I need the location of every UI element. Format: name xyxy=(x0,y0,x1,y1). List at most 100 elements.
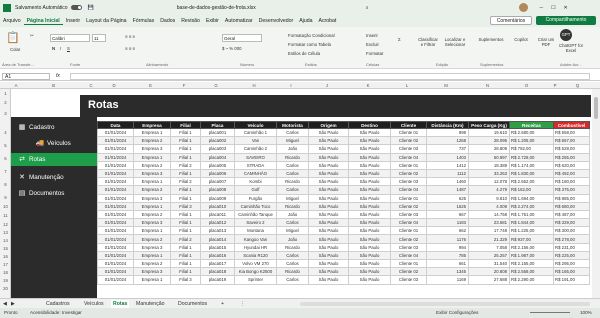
table-cell[interactable]: R$ 1.751,00 xyxy=(509,209,554,220)
column-header[interactable]: Distância (Km) xyxy=(426,121,469,129)
table-cell[interactable]: 20.808 xyxy=(468,267,510,277)
table-cell[interactable]: R$ 2.155,00 xyxy=(509,258,554,269)
col-header[interactable]: E xyxy=(132,83,169,88)
table-cell[interactable]: R$ 1.694,00 xyxy=(509,193,554,203)
row-header[interactable]: 20 xyxy=(0,286,11,291)
table-cell[interactable]: Ricardo xyxy=(276,201,309,211)
table-cell[interactable]: Filial 2 xyxy=(170,234,201,244)
row-header[interactable]: 11 xyxy=(0,213,11,218)
table-cell[interactable]: Caminhão 2 xyxy=(234,144,277,154)
autosave-toggle[interactable] xyxy=(70,5,82,10)
table-cell[interactable]: 19.610 xyxy=(468,127,510,138)
table-cell[interactable]: R$ 2.558,00 xyxy=(509,267,554,277)
table-cell[interactable]: 785 xyxy=(426,250,469,261)
table-cell[interactable]: R$ 885,00 xyxy=(553,193,590,203)
table-cell[interactable]: R$ 528,00 xyxy=(553,144,590,154)
cut-icon[interactable]: ✂ xyxy=(30,33,34,39)
table-cell[interactable]: R$ 180,00 xyxy=(553,177,590,187)
table-cell[interactable]: placa013 xyxy=(200,226,235,236)
table-cell[interactable]: Empresa 3 xyxy=(133,193,171,203)
table-cell[interactable]: R$ 1.225,00 xyxy=(509,226,554,236)
table-cell[interactable]: 662 xyxy=(426,226,469,236)
table-cell[interactable]: R$ 680,00 xyxy=(553,201,590,211)
table-cell[interactable]: R$ 300,00 xyxy=(553,226,590,236)
table-cell[interactable]: R$ 1.205,00 xyxy=(509,136,554,146)
table-cell[interactable]: Empresa 3 xyxy=(133,218,171,228)
table-cell[interactable]: Empresa 1 xyxy=(133,201,171,211)
table-cell[interactable]: Cliente 02 xyxy=(390,201,427,211)
table-cell[interactable]: R$ 162,00 xyxy=(509,185,554,195)
menu-acrobat[interactable]: Acrobat xyxy=(316,18,340,24)
table-cell[interactable]: placa012 xyxy=(200,218,235,228)
row-header[interactable]: 6 xyxy=(0,156,11,161)
table-cell[interactable]: 01/01/2024 xyxy=(97,160,134,170)
table-cell[interactable]: R$ 231,00 xyxy=(553,242,590,252)
row-header[interactable]: 7 xyxy=(0,169,11,174)
table-cell[interactable]: Filial 1 xyxy=(170,152,201,162)
zoom-slider[interactable] xyxy=(530,312,570,313)
font-select[interactable]: Calibri xyxy=(50,34,90,42)
table-cell[interactable]: Van xyxy=(234,136,277,146)
table-cell[interactable]: São Paulo xyxy=(348,275,391,285)
table-cell[interactable]: placa004 xyxy=(200,152,235,162)
table-cell[interactable]: 994 xyxy=(426,242,469,252)
table-cell[interactable]: Empresa 1 xyxy=(133,226,171,236)
table-cell[interactable]: Ricardo xyxy=(276,152,309,162)
table-cell[interactable]: Empresa 2 xyxy=(133,209,171,220)
currency-icon[interactable]: $ ~ % 000 xyxy=(222,46,241,51)
table-cell[interactable]: Filial 3 xyxy=(170,201,201,211)
table-cell[interactable]: Scania R120 xyxy=(234,250,277,261)
table-cell[interactable]: São Paulo xyxy=(308,168,349,179)
menu-data[interactable]: Dados xyxy=(157,18,178,24)
table-cell[interactable]: R$ 558,00 xyxy=(553,127,590,138)
col-header[interactable]: I xyxy=(275,83,307,88)
table-cell[interactable]: STRADA xyxy=(234,160,277,170)
table-cell[interactable]: Carlos xyxy=(276,258,309,269)
table-cell[interactable]: placa006 xyxy=(200,168,235,179)
clipboard-icon[interactable]: 📋 xyxy=(6,31,20,44)
table-cell[interactable]: 625 xyxy=(426,193,469,203)
table-cell[interactable]: 01/01/2024 xyxy=(97,193,134,203)
row-header[interactable]: 18 xyxy=(0,270,11,275)
col-header[interactable]: A xyxy=(11,83,21,88)
table-cell[interactable]: Carlos xyxy=(276,160,309,170)
table-cell[interactable]: São Paulo xyxy=(308,193,349,203)
table-cell[interactable]: 01/01/2024 xyxy=(97,144,134,154)
table-cell[interactable]: 4.279 xyxy=(468,185,510,195)
column-header[interactable]: Origem xyxy=(308,121,349,129)
table-cell[interactable]: São Paulo xyxy=(348,127,391,138)
table-cell[interactable]: R$ 487,00 xyxy=(553,209,590,220)
table-cell[interactable]: Filial 2 xyxy=(170,160,201,170)
create-pdf-button[interactable]: Criar um PDF xyxy=(537,37,555,47)
table-cell[interactable]: R$ 1.987,00 xyxy=(509,250,554,261)
table-cell[interactable]: São Paulo xyxy=(348,193,391,203)
table-cell[interactable]: São Paulo xyxy=(308,234,349,244)
table-cell[interactable]: São Paulo xyxy=(348,250,391,261)
table-cell[interactable]: Caminhão Toco xyxy=(234,201,277,211)
table-cell[interactable]: R$ 2.156,00 xyxy=(509,242,554,252)
menu-help[interactable]: Ajuda xyxy=(296,18,315,24)
table-cell[interactable]: placa010 xyxy=(200,201,235,211)
table-cell[interactable]: Saveiro 2 xyxy=(234,218,277,228)
cell-styles-button[interactable]: Estilos de Célula xyxy=(288,51,320,56)
table-cell[interactable]: 01/01/2024 xyxy=(97,242,134,252)
table-cell[interactable]: 27.688 xyxy=(468,275,510,285)
table-cell[interactable]: CAMINHÃO xyxy=(234,168,277,179)
menu-file[interactable]: Arquivo xyxy=(0,18,24,24)
table-cell[interactable]: Carlos xyxy=(276,168,309,179)
table-cell[interactable]: 1268 xyxy=(426,136,469,146)
sort-button[interactable]: Classificar e Filtrar xyxy=(418,37,438,47)
menu-home[interactable]: Página Inicial xyxy=(23,18,63,25)
table-cell[interactable]: São Paulo xyxy=(348,242,391,252)
table-cell[interactable]: R$ 329,00 xyxy=(553,218,590,228)
table-cell[interactable]: São Paulo xyxy=(308,177,349,187)
table-cell[interactable]: Ricardo xyxy=(276,177,309,187)
table-cell[interactable]: 28.809 xyxy=(468,144,510,154)
table-cell[interactable]: R$ 2.680,00 xyxy=(509,127,554,138)
column-header[interactable]: Veículo xyxy=(234,121,277,129)
row-header[interactable]: 12 xyxy=(0,222,11,227)
nav-item-documentos[interactable]: ▤ Documentos xyxy=(11,187,97,200)
minimize-icon[interactable]: ─ xyxy=(540,5,544,11)
table-cell[interactable]: R$ 657,00 xyxy=(553,136,590,146)
column-header[interactable]: Placa xyxy=(200,121,235,129)
